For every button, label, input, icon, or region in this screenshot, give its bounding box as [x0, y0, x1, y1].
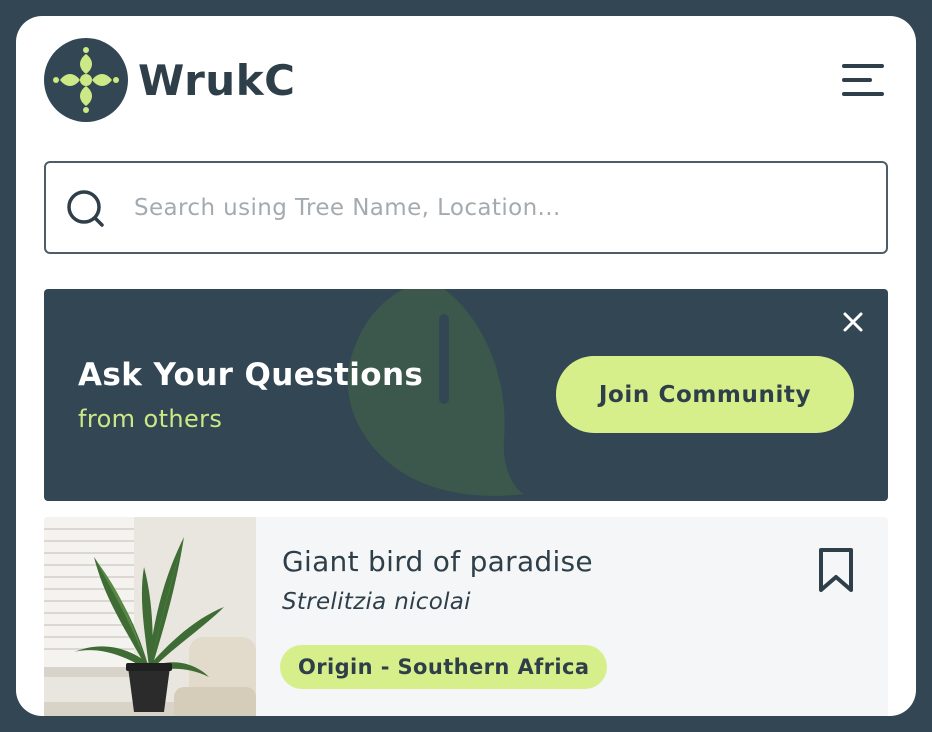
brand-logo[interactable]: WrukC [44, 38, 295, 122]
banner-title: Ask Your Questions [78, 357, 424, 393]
hamburger-menu-icon[interactable] [842, 62, 884, 98]
tree-scientific-name: Strelitzia nicolai [282, 589, 471, 615]
tree-common-name: Giant bird of paradise [282, 545, 593, 578]
search-icon [67, 190, 104, 227]
origin-badge: Origin - Southern Africa [280, 645, 608, 689]
logo-mark-icon [44, 38, 128, 122]
community-banner: Ask Your Questions from others Join Comm… [44, 289, 888, 501]
tree-card[interactable]: Giant bird of paradise Strelitzia nicola… [44, 517, 888, 716]
join-community-button[interactable]: Join Community [556, 356, 854, 433]
search-bar[interactable] [44, 161, 888, 254]
search-input[interactable] [134, 183, 864, 233]
bookmark-icon[interactable] [818, 547, 854, 593]
close-icon[interactable] [842, 311, 864, 333]
banner-subtitle: from others [78, 405, 223, 433]
plant-photo [44, 517, 256, 716]
app-screen: WrukC Ask Your Questions from others Joi… [16, 16, 916, 716]
leaf-watermark-icon [347, 289, 524, 496]
brand-name: WrukC [138, 55, 296, 105]
